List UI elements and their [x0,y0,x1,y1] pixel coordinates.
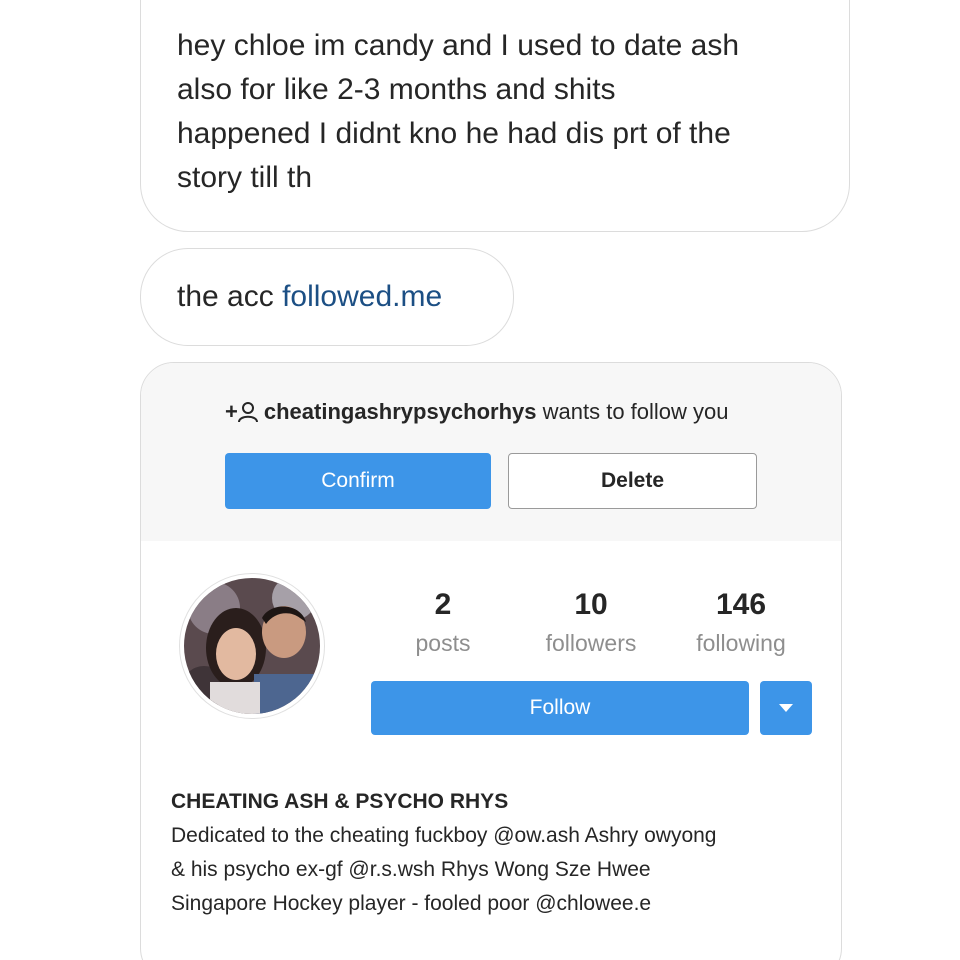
posts-count: 2 [434,588,452,621]
message-link[interactable]: followed.me [282,280,442,313]
bio-line: & his psycho ex-gf @r.s.wsh Rhys Wong Sz… [171,858,651,881]
bio-line: Dedicated to the cheating fuckboy @ow.as… [171,824,717,847]
stat-posts[interactable]: 2 posts [393,585,493,661]
follow-button[interactable]: Follow [371,681,749,735]
delete-button[interactable]: Delete [508,453,757,509]
follow-request-panel: + cheatingashrypsychorhys wants to follo… [141,363,841,541]
following-count: 146 [715,588,767,621]
add-person-icon: + [225,397,258,427]
following-label: following [696,630,786,656]
followers-count: 10 [574,588,608,621]
confirm-button[interactable]: Confirm [225,453,491,509]
suggested-dropdown-button[interactable] [760,681,812,735]
avatar[interactable] [179,573,325,719]
message-bubble-2[interactable]: the acc followed.me [140,248,514,346]
message-line: story till th [177,161,313,194]
follow-request-text: + cheatingashrypsychorhys wants to follo… [225,397,729,427]
message-text: the acc [177,280,283,313]
avatar-photo [184,578,320,714]
requester-username[interactable]: cheatingashrypsychorhys [264,397,537,427]
message-bubble-1[interactable]: hey chloe im candy and I used to date as… [140,0,850,232]
message-line: happened I didnt kno he had dis prt of t… [177,117,731,150]
shared-profile-card: + cheatingashrypsychorhys wants to follo… [140,362,842,960]
stat-followers[interactable]: 10 followers [526,585,656,661]
plus-sign: + [225,399,238,424]
message-line: also for like 2-3 months and shits [177,73,616,106]
caret-down-icon [779,704,793,712]
request-suffix: wants to follow you [536,399,729,424]
bio-line: Singapore Hockey player - fooled poor @c… [171,892,652,915]
posts-label: posts [415,630,471,656]
stat-following[interactable]: 146 following [676,585,806,661]
followers-label: followers [545,630,637,656]
message-line: hey chloe im candy and I used to date as… [177,29,740,62]
profile-name: CHEATING ASH & PSYCHO RHYS [171,790,509,813]
profile-bio: CHEATING ASH & PSYCHO RHYS Dedicated to … [171,785,831,921]
